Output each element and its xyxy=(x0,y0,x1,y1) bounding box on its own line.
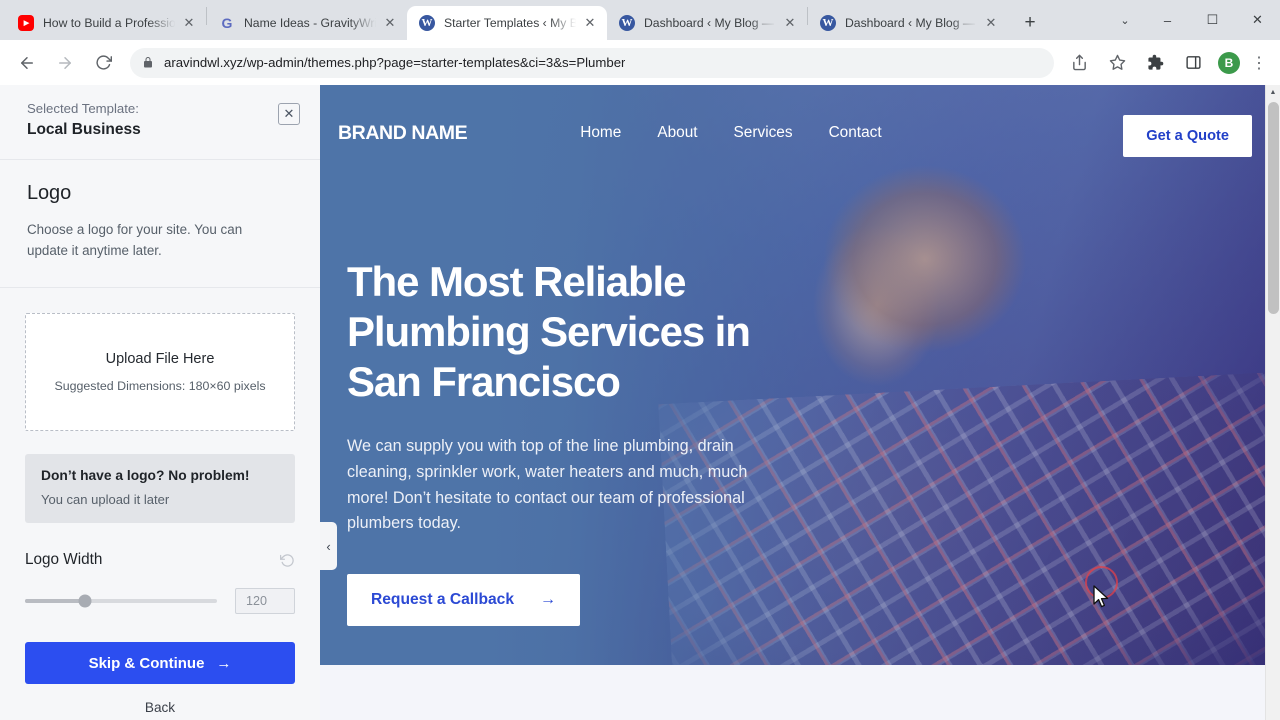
slider-thumb[interactable] xyxy=(78,594,92,608)
star-icon[interactable] xyxy=(1102,48,1132,78)
nav-item-contact[interactable]: Contact xyxy=(829,124,882,142)
page-title: Logo xyxy=(27,182,72,204)
selected-template-text: Selected Template: Local Business xyxy=(27,99,141,141)
site-navigation: BRAND NAME Home About Services Contact G… xyxy=(320,85,1280,181)
slider-fill xyxy=(25,599,85,603)
no-logo-subtitle: You can upload it later xyxy=(41,492,170,507)
upload-title: Upload File Here xyxy=(105,351,215,367)
back-icon[interactable] xyxy=(12,48,42,78)
page-content: Selected Template: Local Business ✕ Logo… xyxy=(0,85,1280,720)
side-panel-icon[interactable] xyxy=(1178,48,1208,78)
profile-avatar[interactable]: B xyxy=(1218,51,1240,74)
request-callback-button[interactable]: Request a Callback → xyxy=(347,574,581,627)
chevron-left-icon: ‹ xyxy=(326,538,331,554)
tab-title: Starter Templates ‹ My Blog xyxy=(444,16,579,30)
maximize-button[interactable]: ☐ xyxy=(1190,0,1235,40)
arrow-right-icon: → xyxy=(540,591,557,609)
forward-icon[interactable] xyxy=(50,48,80,78)
lock-icon xyxy=(142,56,154,69)
tab-title: How to Build a Professional xyxy=(43,16,178,30)
selected-template-name: Local Business xyxy=(27,121,141,138)
tab-search-icon[interactable]: ⌄ xyxy=(1105,0,1145,40)
wordpress-icon: W xyxy=(419,15,435,31)
tab-close-button[interactable]: ✕ xyxy=(980,12,1002,34)
gravitywrite-icon: G xyxy=(221,15,233,31)
get-a-quote-button[interactable]: Get a Quote xyxy=(1123,115,1252,157)
url-text[interactable]: aravindwl.xyz/wp-admin/themes.php?page=s… xyxy=(164,55,625,70)
hero-section: BRAND NAME Home About Services Contact G… xyxy=(320,85,1280,665)
brand-name: BRAND NAME xyxy=(338,121,468,144)
upload-dropzone[interactable]: Upload File Here Suggested Dimensions: 1… xyxy=(25,313,295,431)
window-controls: ⌄ – ☐ ✕ xyxy=(1105,0,1280,40)
logo-width-control: 120 xyxy=(25,588,295,614)
wordpress-icon: W xyxy=(820,15,836,31)
tab-close-button[interactable]: ✕ xyxy=(379,12,401,34)
skip-and-continue-button[interactable]: Skip & Continue → xyxy=(25,642,295,684)
hero-copy: The Most Reliable Plumbing Services in S… xyxy=(347,257,777,627)
logo-width-row: Logo Width xyxy=(25,551,295,569)
browser-tab-gravitywrite[interactable]: G Name Ideas - GravityWrite ✕ xyxy=(207,6,407,40)
page-scrollbar[interactable]: ▲ xyxy=(1265,85,1280,720)
close-window-button[interactable]: ✕ xyxy=(1235,0,1280,40)
scrollbar-thumb[interactable] xyxy=(1268,102,1279,314)
back-button[interactable]: Back xyxy=(25,700,295,715)
logo-section-description: Choose a logo for your site. You can upd… xyxy=(27,222,243,258)
mouse-cursor xyxy=(1093,585,1109,608)
browser-menu-button[interactable]: ⋮ xyxy=(1246,48,1272,78)
selected-template-label: Selected Template: xyxy=(27,101,139,116)
nav-item-home[interactable]: Home xyxy=(580,124,621,142)
starter-templates-sidebar: Selected Template: Local Business ✕ Logo… xyxy=(0,85,320,720)
close-icon[interactable]: ✕ xyxy=(278,103,300,125)
skip-button-label: Skip & Continue xyxy=(88,654,205,672)
youtube-icon xyxy=(18,15,34,31)
logo-section-body: Upload File Here Suggested Dimensions: 1… xyxy=(0,288,320,715)
browser-tab-dashboard-1[interactable]: W Dashboard ‹ My Blog — Wo ✕ xyxy=(607,6,807,40)
logo-width-input[interactable]: 120 xyxy=(235,588,295,614)
selected-template-header: Selected Template: Local Business ✕ xyxy=(0,85,320,160)
hero-heading: The Most Reliable Plumbing Services in S… xyxy=(347,258,751,405)
browser-toolbar: aravindwl.xyz/wp-admin/themes.php?page=s… xyxy=(0,40,1280,85)
browser-tab-dashboard-2[interactable]: W Dashboard ‹ My Blog — Wo ✕ xyxy=(808,6,1008,40)
logo-section-header: Logo Choose a logo for your site. You ca… xyxy=(0,160,320,288)
hero-paragraph: We can supply you with top of the line p… xyxy=(347,437,748,533)
new-tab-button[interactable]: + xyxy=(1016,9,1044,37)
no-logo-title: Don’t have a logo? No problem! xyxy=(41,468,250,483)
no-logo-notice: Don’t have a logo? No problem! You can u… xyxy=(25,454,295,523)
nav-menu: Home About Services Contact xyxy=(580,124,881,142)
reset-icon[interactable] xyxy=(280,553,295,568)
wordpress-icon: W xyxy=(619,15,635,31)
tab-close-button[interactable]: ✕ xyxy=(779,12,801,34)
address-bar[interactable]: aravindwl.xyz/wp-admin/themes.php?page=s… xyxy=(130,47,1054,78)
logo-width-slider[interactable] xyxy=(25,594,217,608)
browser-tab-starter-templates[interactable]: W Starter Templates ‹ My Blog ✕ xyxy=(407,6,607,40)
tab-title: Dashboard ‹ My Blog — Wo xyxy=(644,16,779,30)
tab-strip: How to Build a Professional ✕ G Name Ide… xyxy=(0,0,1280,40)
arrow-right-icon: → xyxy=(216,654,232,672)
tab-title: Dashboard ‹ My Blog — Wo xyxy=(845,16,980,30)
tab-close-button[interactable]: ✕ xyxy=(178,12,200,34)
puzzle-icon[interactable] xyxy=(1140,48,1170,78)
cta-label: Request a Callback xyxy=(371,591,515,609)
reload-icon[interactable] xyxy=(88,48,118,78)
upload-dimensions-hint: Suggested Dimensions: 180×60 pixels xyxy=(54,379,266,393)
tab-close-button[interactable]: ✕ xyxy=(579,12,601,34)
share-icon[interactable] xyxy=(1064,48,1094,78)
template-preview: BRAND NAME Home About Services Contact G… xyxy=(320,85,1280,720)
browser-tab-youtube[interactable]: How to Build a Professional ✕ xyxy=(6,6,206,40)
logo-width-label: Logo Width xyxy=(25,551,103,568)
scroll-up-arrow-icon[interactable]: ▲ xyxy=(1266,85,1280,100)
browser-window: How to Build a Professional ✕ G Name Ide… xyxy=(0,0,1280,720)
collapse-sidebar-handle[interactable]: ‹ xyxy=(320,522,337,570)
minimize-button[interactable]: – xyxy=(1145,0,1190,40)
nav-item-services[interactable]: Services xyxy=(734,124,793,142)
tab-title: Name Ideas - GravityWrite xyxy=(244,16,379,30)
nav-item-about[interactable]: About xyxy=(657,124,697,142)
